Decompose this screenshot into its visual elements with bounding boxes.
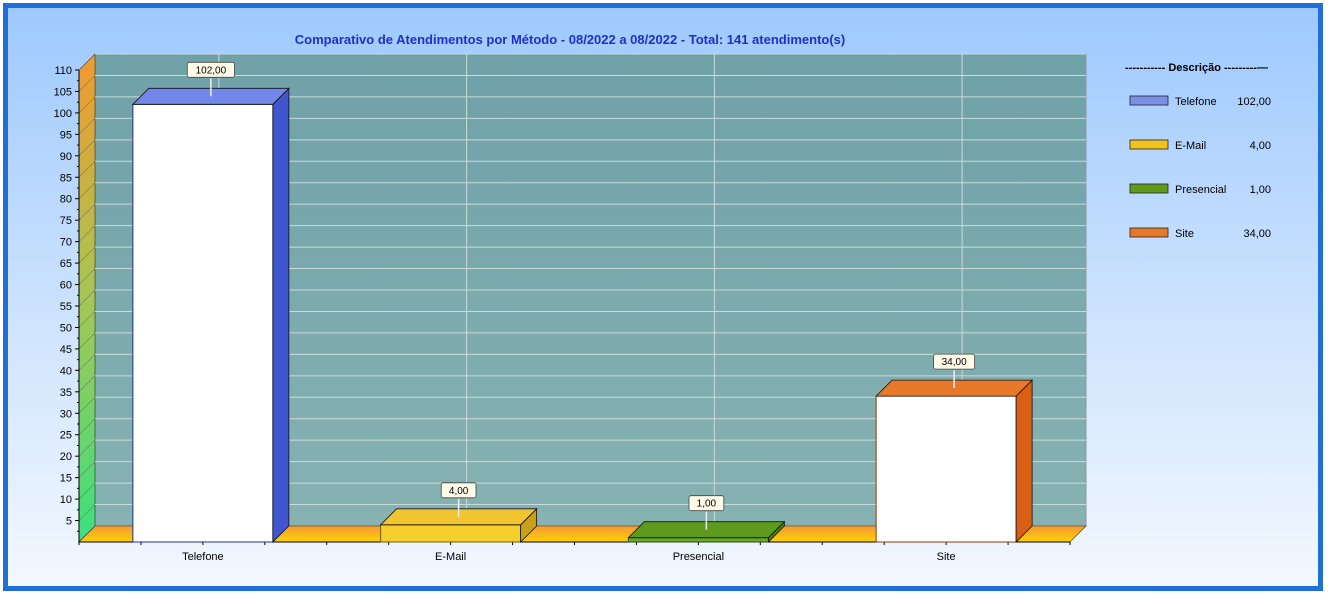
chart-title: Comparativo de Atendimentos por Método -…	[295, 32, 845, 47]
y-tick-label: 5	[66, 516, 72, 528]
legend-swatch	[1129, 227, 1169, 238]
legend-value: 34,00	[1243, 228, 1271, 240]
y-tick-label: 20	[60, 451, 72, 463]
y-tick-label: 95	[60, 129, 72, 141]
chart: Comparativo de Atendimentos por Método -…	[54, 32, 1271, 563]
y-tick-label: 85	[60, 172, 72, 184]
legend: Telefone 102,00 E-Mail 4,00 Presencial 1,00 Si…	[1129, 95, 1271, 240]
y-tick-label: 30	[60, 408, 72, 420]
legend-title: ----------- Descrição ---------—	[1125, 62, 1268, 74]
legend-label: Presencial	[1175, 184, 1226, 196]
legend-item: E-Mail 4,00	[1129, 139, 1271, 152]
x-tick-label: Presencial	[673, 551, 724, 563]
legend-value: 1,00	[1250, 184, 1271, 196]
bar-front	[380, 524, 522, 543]
legend-swatch	[1129, 183, 1169, 194]
y-tick-label: 105	[54, 86, 72, 98]
legend-value: 102,00	[1237, 96, 1271, 108]
y-tick-label: 25	[60, 430, 72, 442]
y-tick-label: 40	[60, 365, 72, 377]
y-tick-label: 15	[60, 473, 72, 485]
legend-item: Site 34,00	[1129, 227, 1271, 240]
y-tick-label: 100	[54, 108, 72, 120]
y-tick-label: 80	[60, 194, 72, 206]
legend-label: Telefone	[1175, 96, 1217, 108]
bar-telefone: 102,00	[131, 61, 290, 543]
y-tick-label: 75	[60, 215, 72, 227]
bar-site: 34,00	[875, 353, 1034, 543]
bar-front	[627, 537, 769, 543]
legend-value: 4,00	[1250, 140, 1271, 152]
x-tick-label: Site	[937, 551, 956, 563]
data-label: 4,00	[449, 486, 469, 497]
y-tick-label: 10	[60, 494, 72, 506]
y-tick-label: 50	[60, 322, 72, 334]
legend-item: Presencial 1,00	[1129, 183, 1271, 196]
y-tick-label: 70	[60, 237, 72, 249]
y-tick-label: 60	[60, 280, 72, 292]
legend-swatch	[1129, 95, 1169, 106]
legend-label: Site	[1175, 228, 1194, 240]
y-tick-label: 90	[60, 151, 72, 163]
y-tick-label: 55	[60, 301, 72, 313]
legend-item: Telefone 102,00	[1129, 95, 1271, 108]
x-tick-label: E-Mail	[435, 551, 466, 563]
data-label: 102,00	[196, 65, 227, 76]
y-tick-label: 65	[60, 258, 72, 270]
data-label: 34,00	[942, 357, 967, 368]
bar-side	[272, 87, 290, 543]
bar-front	[132, 103, 274, 543]
y-tick-label: 45	[60, 344, 72, 356]
y-tick-label: 110	[54, 65, 72, 77]
x-tick-label: Telefone	[182, 551, 224, 563]
y-tick-label: 35	[60, 387, 72, 399]
bar-side	[1015, 379, 1033, 543]
bar-front	[875, 395, 1017, 543]
data-label: 1,00	[697, 499, 717, 510]
legend-label: E-Mail	[1175, 140, 1206, 152]
x-axis-labels: Telefone E-Mail Presencial Site	[182, 551, 956, 563]
legend-swatch	[1129, 139, 1169, 150]
